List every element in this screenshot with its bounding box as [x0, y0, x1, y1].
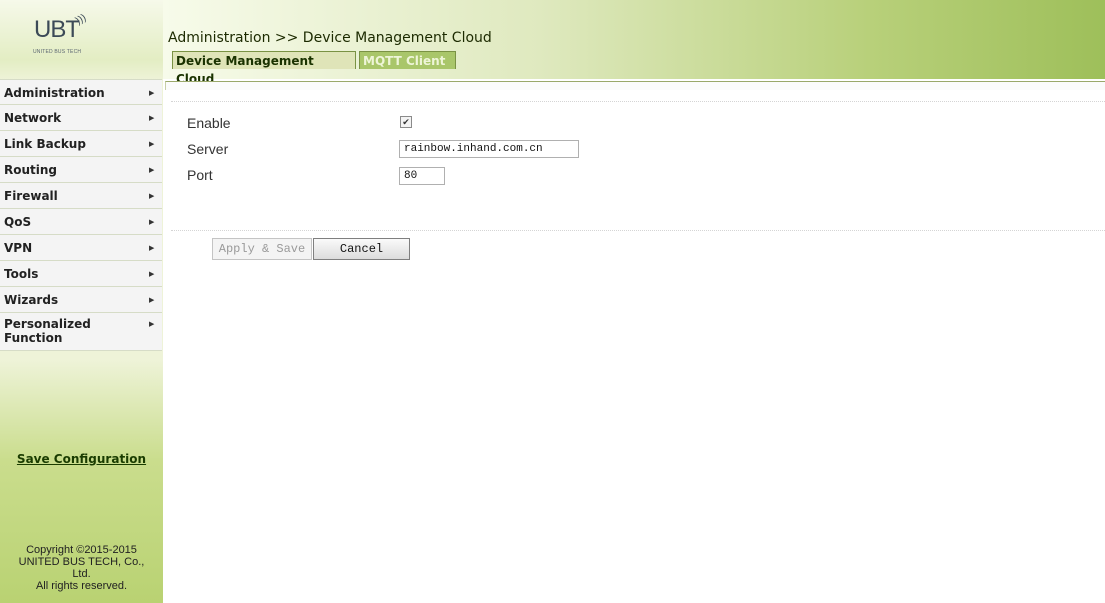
company-logo: UBT ))) UNITED BUS TECH [14, 8, 134, 68]
sidebar-item-firewall[interactable]: Firewall ▶ [0, 183, 162, 209]
caret-right-icon: ▶ [149, 320, 155, 328]
sidebar: UBT ))) UNITED BUS TECH Administration ▶… [0, 0, 163, 603]
page-header: Administration >> Device Management Clou… [163, 0, 1105, 86]
sidebar-item-label: Wizards [4, 293, 59, 307]
divider [171, 101, 1105, 102]
sidebar-item-label: Personalized Function [4, 317, 91, 345]
logo-subtitle: UNITED BUS TECH [33, 49, 82, 55]
sidebar-item-vpn[interactable]: VPN ▶ [0, 235, 162, 261]
sidebar-item-link-backup[interactable]: Link Backup ▶ [0, 131, 162, 157]
caret-right-icon: ▶ [149, 166, 155, 174]
sidebar-item-network[interactable]: Network ▶ [0, 105, 162, 131]
sidebar-item-routing[interactable]: Routing ▶ [0, 157, 162, 183]
sidebar-item-label: VPN [4, 241, 33, 255]
tab-device-management-cloud[interactable]: Device Management Cloud [172, 51, 356, 86]
sidebar-item-wizards[interactable]: Wizards ▶ [0, 287, 162, 313]
apply-save-button[interactable]: Apply & Save [212, 238, 312, 260]
enable-label: Enable [187, 115, 231, 131]
sidebar-item-personalized-function[interactable]: Personalized Function ▶ [0, 313, 162, 351]
sidebar-menu: Administration ▶ Network ▶ Link Backup ▶… [0, 79, 162, 351]
sidebar-item-label: Tools [4, 267, 39, 281]
server-input[interactable] [399, 140, 579, 158]
divider [171, 230, 1105, 231]
sidebar-item-label: QoS [4, 215, 32, 229]
sidebar-item-tools[interactable]: Tools ▶ [0, 261, 162, 287]
sidebar-item-label: Firewall [4, 189, 58, 203]
caret-right-icon: ▶ [149, 192, 155, 200]
enable-checkbox[interactable]: ✔ [400, 116, 412, 128]
port-label: Port [187, 167, 213, 183]
sidebar-item-label: Link Backup [4, 137, 86, 151]
copyright-line: Copyright ©2015-2015 [26, 544, 137, 556]
header-divider [165, 81, 1105, 90]
caret-right-icon: ▶ [149, 296, 155, 304]
save-configuration-link[interactable]: Save Configuration [0, 452, 163, 466]
server-label: Server [187, 141, 229, 157]
copyright-line: Ltd. [72, 568, 91, 580]
sidebar-item-label: Administration [4, 86, 105, 100]
caret-right-icon: ▶ [149, 140, 155, 148]
caret-right-icon: ▶ [149, 89, 155, 97]
breadcrumb: Administration >> Device Management Clou… [168, 30, 492, 46]
caret-right-icon: ▶ [149, 244, 155, 252]
copyright-line: All rights reserved. [35, 580, 128, 592]
sidebar-item-label: Routing [4, 163, 58, 177]
tab-mqtt-client[interactable]: MQTT Client [359, 51, 456, 69]
caret-right-icon: ▶ [149, 114, 155, 122]
caret-right-icon: ▶ [149, 270, 155, 278]
port-input[interactable] [399, 167, 445, 185]
sidebar-item-label: Network [4, 111, 62, 125]
caret-right-icon: ▶ [149, 218, 155, 226]
sidebar-item-administration[interactable]: Administration ▶ [0, 79, 162, 105]
sidebar-item-qos[interactable]: QoS ▶ [0, 209, 162, 235]
cancel-button[interactable]: Cancel [313, 238, 410, 260]
copyright-text: Copyright ©2015-2015 UNITED BUS TECH, Co… [0, 544, 163, 592]
copyright-line: UNITED BUS TECH, Co., [18, 556, 145, 568]
logo-mark: UBT [34, 16, 80, 43]
